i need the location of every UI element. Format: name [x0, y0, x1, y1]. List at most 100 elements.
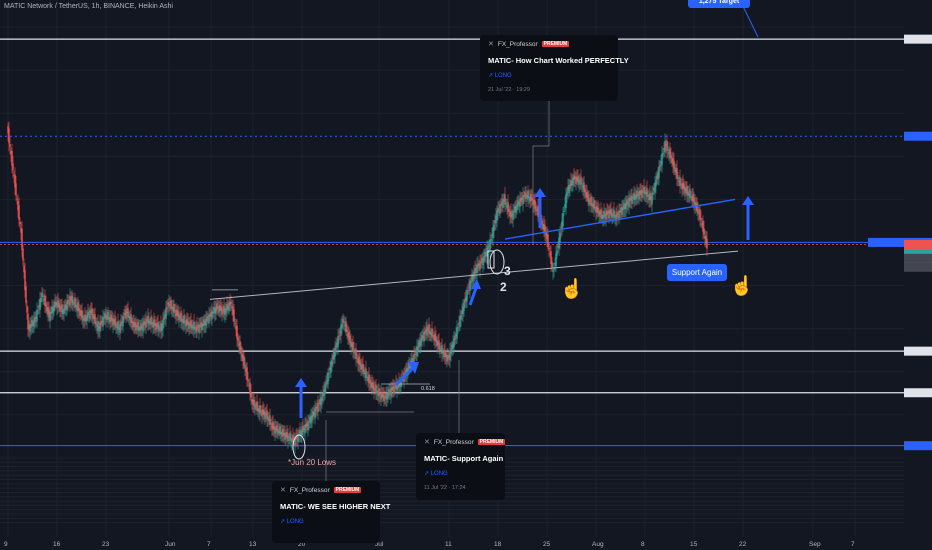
fib-level-label: 0.618: [421, 386, 435, 392]
candle-body: [341, 323, 343, 328]
candle-body: [505, 202, 507, 205]
candle-body: [489, 239, 491, 251]
support-again-label: Support Again: [667, 264, 727, 281]
candle-body: [162, 319, 164, 329]
candle-body: [183, 315, 185, 324]
idea-card-higher-next[interactable]: ✕ FX_Professor PREMIUM MATIC- WE SEE HIG…: [272, 481, 390, 543]
candle-body: [145, 318, 147, 328]
candle-body: [12, 163, 14, 171]
candle-body: [95, 322, 97, 325]
candle-body: [493, 224, 495, 231]
chart-title: MATIC Network / TetherUS, 1h, BINANCE, H…: [4, 3, 173, 10]
candle-body: [490, 239, 492, 241]
candle-body: [240, 347, 242, 354]
idea-card-chart-worked[interactable]: ✕ FX_Professor PREMIUM MATIC- How Chart …: [480, 35, 629, 101]
candle-body: [563, 211, 565, 212]
candle-body: [97, 321, 99, 332]
candle-body: [466, 290, 468, 302]
time-tick-label: Aug: [592, 541, 604, 548]
candle-body: [414, 354, 416, 356]
candle-body: [679, 177, 681, 186]
candle-body: [460, 314, 462, 320]
candle-body: [383, 394, 385, 402]
candle-body: [662, 153, 664, 155]
candle-body: [661, 153, 663, 166]
candle-body: [541, 220, 543, 225]
candle-body: [125, 309, 127, 319]
candle-body: [22, 248, 24, 261]
price-level-tag: [904, 441, 932, 451]
candle-body: [321, 396, 323, 402]
candle-body: [45, 303, 47, 307]
time-tick-label: 11: [445, 541, 452, 548]
candle-body: [42, 295, 44, 297]
candle-body: [165, 307, 167, 320]
candle-body: [537, 206, 539, 217]
candle-body: [677, 177, 679, 180]
candle-body: [551, 261, 553, 268]
candle-body: [659, 164, 661, 168]
candle-body: [37, 310, 39, 311]
time-tick-label: 25: [543, 541, 551, 548]
candle-body: [658, 167, 660, 178]
candle-body: [334, 347, 336, 357]
candle-body: [243, 356, 245, 366]
candle-body: [655, 180, 657, 187]
candle-body: [636, 190, 638, 198]
candle-body: [82, 315, 84, 322]
candle-body: [584, 188, 586, 193]
candle-body: [703, 228, 705, 235]
candle-body: [259, 405, 261, 414]
candle-body: [641, 189, 643, 198]
jun20-lows-label: *Jun 20 Lows: [288, 458, 336, 467]
candle-body: [234, 322, 236, 324]
pointing-hand-icon: ☝: [560, 279, 584, 300]
candle-body: [233, 309, 235, 322]
candle-body: [16, 198, 18, 200]
idea-title: MATIC- How Chart Worked PERFECTLY: [488, 56, 629, 65]
x-logo-icon: ✕: [488, 41, 494, 48]
time-tick-label: 8: [641, 541, 645, 548]
candle-body: [631, 195, 633, 204]
candle-body: [553, 268, 555, 270]
idea-card-support-again[interactable]: ✕ FX_Professor PREMIUM MATIC- Support Ag…: [416, 433, 506, 500]
candle-body: [450, 349, 452, 354]
time-tick-label: 23: [102, 541, 110, 548]
candle-body: [318, 403, 320, 405]
price-level-tag: [904, 253, 932, 263]
candle-body: [651, 193, 653, 205]
candle-body: [378, 388, 380, 397]
idea-direction: ↗ LONG: [280, 519, 304, 525]
x-logo-icon: ✕: [280, 487, 286, 494]
candle-body: [556, 250, 558, 256]
candle-body: [562, 213, 564, 227]
candle-body: [163, 316, 165, 320]
premium-badge: PREMIUM: [333, 487, 362, 493]
candle-body: [652, 192, 654, 195]
candle-body: [417, 346, 419, 350]
candle-body: [237, 337, 239, 341]
candle-body: [15, 183, 17, 196]
time-tick-label: 7: [851, 541, 855, 548]
price-level-tag: [904, 262, 932, 272]
candle-body: [697, 209, 699, 214]
candle-body: [331, 360, 333, 366]
price-level-tag: [904, 131, 932, 141]
candle-body: [103, 318, 105, 319]
price-level-tag: [904, 239, 932, 249]
candle-body: [664, 141, 666, 153]
candle-body: [706, 238, 708, 249]
candle-body: [247, 379, 249, 382]
candle-body: [676, 168, 678, 179]
candle-body: [426, 326, 428, 336]
candle-body: [667, 149, 669, 151]
candle-body: [337, 336, 339, 348]
candle-body: [123, 316, 125, 318]
candle-body: [122, 316, 124, 327]
candle-body: [547, 234, 549, 248]
candle-body: [666, 140, 668, 151]
candle-body: [328, 372, 330, 374]
candle-body: [463, 302, 465, 312]
idea-date: 21 Jul '22 · 19:29: [488, 87, 531, 93]
candle-body: [72, 300, 74, 306]
